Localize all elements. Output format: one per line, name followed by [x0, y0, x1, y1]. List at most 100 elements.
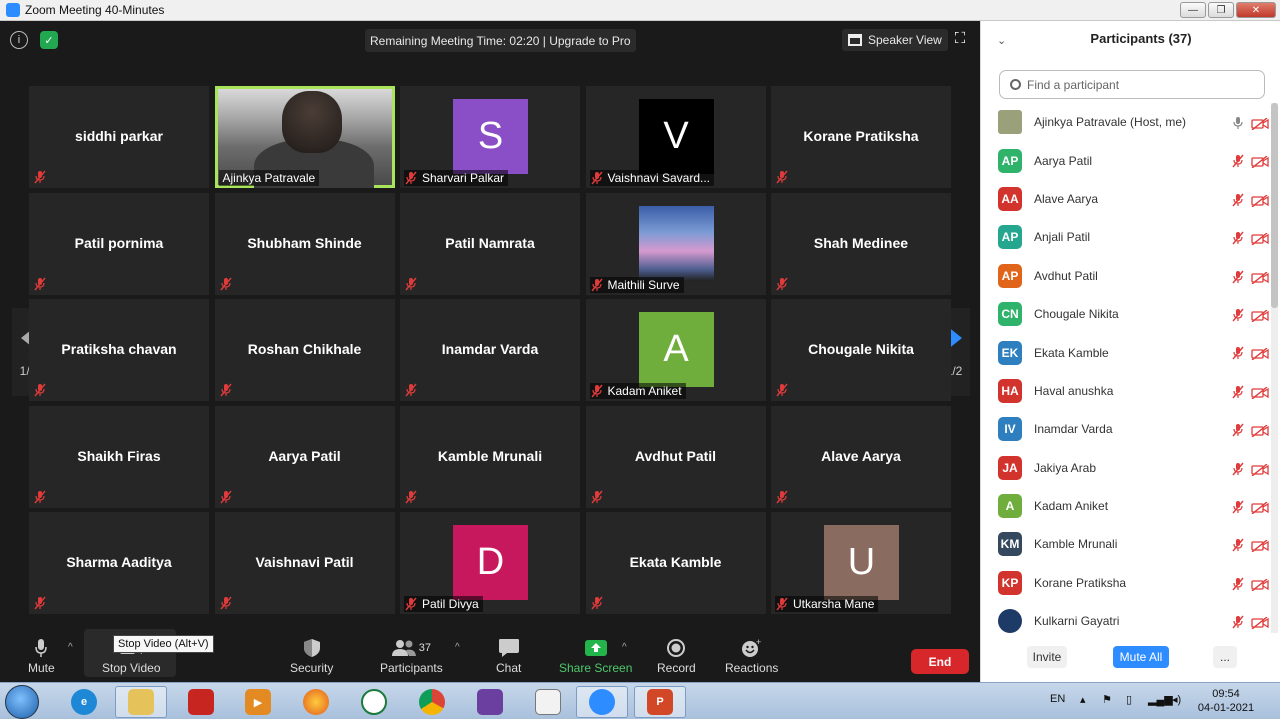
muted-mic-icon[interactable] — [1231, 270, 1245, 284]
participant-list-item[interactable]: EK Ekata Kamble — [981, 333, 1271, 371]
mic-icon[interactable] — [1231, 116, 1245, 129]
maximize-button[interactable]: ❐ — [1208, 2, 1234, 18]
video-off-icon[interactable] — [1251, 309, 1269, 323]
end-meeting-button[interactable]: End — [911, 649, 969, 674]
participant-list-item[interactable]: CN Chougale Nikita — [981, 295, 1271, 333]
participant-list-item[interactable]: JA Jakiya Arab — [981, 449, 1271, 487]
participant-tile[interactable]: Sharma Aaditya — [29, 512, 209, 614]
video-off-icon[interactable] — [1251, 155, 1269, 169]
video-off-icon[interactable] — [1251, 578, 1269, 592]
speaker-view-button[interactable]: Speaker View — [842, 29, 948, 51]
taskbar-chrome[interactable] — [406, 686, 458, 718]
participant-list-scrollbar[interactable] — [1271, 103, 1278, 633]
language-indicator[interactable]: EN — [1050, 693, 1065, 705]
participant-tile[interactable]: Avdhut Patil — [585, 405, 766, 508]
participant-list-item[interactable]: KM Kamble Mrunali — [981, 525, 1271, 563]
taskbar-app-icp[interactable] — [348, 686, 400, 718]
video-off-icon[interactable] — [1251, 616, 1269, 630]
muted-mic-icon[interactable] — [1231, 385, 1245, 399]
video-off-icon[interactable] — [1251, 462, 1269, 477]
network-icon[interactable]: ▂▄▆ — [1148, 693, 1173, 706]
participant-tile[interactable]: Roshan Chikhale — [214, 299, 395, 401]
taskbar-zoom[interactable] — [576, 686, 628, 718]
mute-button[interactable]: Mute — [28, 637, 55, 675]
video-off-icon[interactable] — [1251, 194, 1269, 208]
share-options-caret[interactable]: ^ — [622, 642, 627, 653]
more-options-button[interactable]: ... — [1213, 646, 1237, 668]
taskbar-file-explorer[interactable] — [115, 686, 167, 718]
participant-tile[interactable]: Shaikh Firas — [29, 405, 209, 508]
muted-mic-icon[interactable] — [1231, 500, 1245, 514]
muted-mic-icon[interactable] — [1231, 193, 1245, 207]
flag-icon[interactable]: ⚑ — [1102, 693, 1112, 706]
participant-tile[interactable]: Patil Namrata — [400, 192, 580, 295]
taskbar-firefox[interactable] — [290, 686, 342, 718]
security-button[interactable]: Security — [290, 637, 333, 675]
muted-mic-icon[interactable] — [1231, 154, 1245, 168]
participant-tile[interactable]: Maithili Surve — [585, 192, 766, 295]
participant-list-item[interactable]: A Kadam Aniket — [981, 487, 1271, 525]
participant-tile[interactable]: A Kadam Aniket — [585, 299, 766, 401]
chat-button[interactable]: Chat — [496, 637, 521, 675]
participant-list-item[interactable]: AP Anjali Patil — [981, 218, 1271, 256]
video-off-icon[interactable] — [1251, 347, 1269, 361]
windows-start-button[interactable] — [5, 685, 39, 719]
muted-mic-icon[interactable] — [1231, 308, 1245, 322]
shield-icon[interactable]: ✓ — [40, 31, 58, 49]
taskbar-media-player[interactable]: ▶ — [232, 686, 284, 718]
muted-mic-icon[interactable] — [1231, 577, 1245, 591]
participant-tile[interactable]: U Utkarsha Mane — [771, 512, 951, 614]
participant-tile[interactable]: S Sharvari Palkar — [400, 86, 580, 188]
participant-tile[interactable]: D Patil Divya — [400, 512, 580, 614]
participant-list-item[interactable]: AA Alave Aarya — [981, 180, 1271, 218]
participant-list-item[interactable]: AP Aarya Patil — [981, 141, 1271, 179]
participant-tile[interactable]: Ajinkya Patravale — [214, 86, 395, 188]
invite-button[interactable]: Invite — [1027, 646, 1067, 668]
muted-mic-icon[interactable] — [1231, 231, 1245, 245]
muted-mic-icon[interactable] — [1231, 346, 1245, 360]
participant-tile[interactable]: Patil pornima — [29, 192, 209, 295]
participant-tile[interactable]: Aarya Patil — [214, 405, 395, 508]
remaining-time-banner[interactable]: Remaining Meeting Time: 02:20 | Upgrade … — [365, 29, 636, 52]
muted-mic-icon[interactable] — [1231, 462, 1245, 475]
participant-tile[interactable]: Kamble Mrunali — [400, 405, 580, 508]
participant-tile[interactable]: Alave Aarya — [771, 405, 951, 508]
participant-search-input[interactable]: Find a participant — [999, 70, 1265, 99]
reactions-button[interactable]: + Reactions — [725, 637, 778, 675]
mute-options-caret[interactable]: ^ — [68, 642, 73, 653]
participant-tile[interactable]: V Vaishnavi Savard... — [585, 86, 766, 188]
participants-button[interactable]: 37 Participants — [380, 637, 443, 675]
close-button[interactable]: ✕ — [1236, 2, 1276, 18]
taskbar-internet-explorer[interactable]: e — [58, 686, 110, 718]
video-off-icon[interactable] — [1251, 386, 1269, 400]
participant-tile[interactable]: Inamdar Varda — [400, 299, 580, 401]
taskbar-clock[interactable]: 09:54 04-01-2021 — [1196, 687, 1256, 715]
muted-mic-icon[interactable] — [1231, 538, 1245, 552]
video-off-icon[interactable] — [1251, 501, 1269, 515]
scrollbar-thumb[interactable] — [1271, 103, 1278, 308]
participant-tile[interactable]: Shah Medinee — [771, 192, 951, 295]
participant-list-item[interactable]: KP Korane Pratiksha — [981, 564, 1271, 602]
taskbar-powerpoint[interactable]: P — [634, 686, 686, 718]
minimize-button[interactable]: — — [1180, 2, 1206, 18]
muted-mic-icon[interactable] — [1231, 423, 1245, 437]
mute-all-button[interactable]: Mute All — [1113, 646, 1169, 668]
taskbar-paint[interactable] — [522, 686, 574, 718]
record-button[interactable]: Record — [657, 637, 696, 675]
participant-list-item[interactable]: Kulkarni Gayatri — [981, 602, 1271, 640]
participant-tile[interactable]: siddhi parkar — [29, 86, 209, 188]
participant-list-item[interactable]: Ajinkya Patravale (Host, me) — [981, 103, 1271, 141]
participant-tile[interactable]: Pratiksha chavan — [29, 299, 209, 401]
battery-icon[interactable]: ▯ — [1126, 693, 1132, 706]
participant-tile[interactable]: Korane Pratiksha — [771, 86, 951, 188]
info-icon[interactable]: i — [10, 31, 28, 49]
participant-list-item[interactable]: HA Haval anushka — [981, 372, 1271, 410]
participants-options-caret[interactable]: ^ — [455, 642, 460, 653]
participant-tile[interactable]: Ekata Kamble — [585, 512, 766, 614]
volume-icon[interactable]: ◂) — [1172, 693, 1181, 706]
tray-chevron-icon[interactable]: ▴ — [1080, 693, 1086, 706]
taskbar-acrobat[interactable] — [175, 686, 227, 718]
fullscreen-icon[interactable]: ⛶ — [952, 31, 968, 48]
muted-mic-icon[interactable] — [1231, 615, 1245, 629]
video-off-icon[interactable] — [1251, 271, 1269, 285]
